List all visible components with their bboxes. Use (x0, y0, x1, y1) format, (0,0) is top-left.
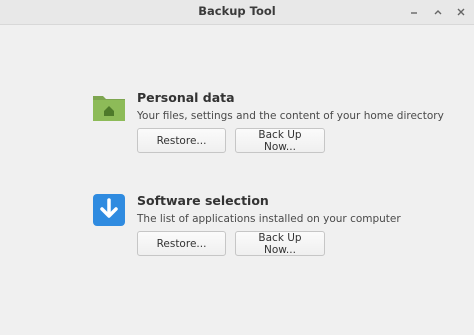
back-up-now-button[interactable]: Back Up Now... (235, 128, 325, 153)
section-title: Software selection (137, 193, 269, 208)
download-arrow-icon (92, 193, 126, 227)
maximize-icon[interactable] (429, 4, 447, 20)
folder-home-icon (92, 90, 126, 124)
section-title: Personal data (137, 90, 235, 105)
back-up-now-button[interactable]: Back Up Now... (235, 231, 325, 256)
section-description: Your files, settings and the content of … (137, 110, 444, 122)
title-bar: Backup Tool (0, 0, 474, 25)
minimize-icon[interactable] (405, 4, 423, 20)
window-title: Backup Tool (198, 4, 276, 18)
restore-button[interactable]: Restore... (137, 231, 226, 256)
close-icon[interactable] (452, 4, 470, 20)
restore-button[interactable]: Restore... (137, 128, 226, 153)
backup-tool-window: Backup Tool Personal data Your files, se… (0, 0, 474, 335)
section-description: The list of applications installed on yo… (137, 213, 401, 225)
